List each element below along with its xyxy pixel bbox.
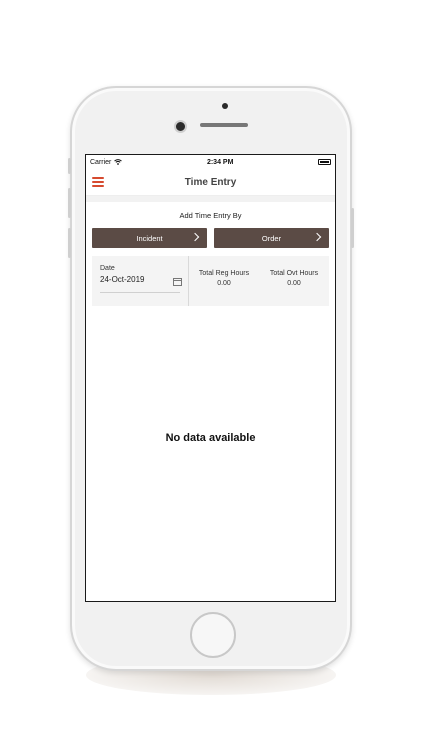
proximity-sensor (222, 103, 228, 109)
empty-state-message: No data available (165, 432, 256, 444)
hours-totals: Total Reg Hours 0.00 Total Ovt Hours 0.0… (189, 256, 329, 306)
chevron-right-icon (312, 232, 322, 242)
chevron-right-icon (190, 232, 200, 242)
app-screen: Carrier 2:34 PM Time Entry Add Time Entr… (85, 154, 336, 602)
calendar-icon[interactable] (173, 278, 182, 286)
side-button (68, 188, 71, 218)
front-camera (174, 120, 187, 133)
order-button-label: Order (261, 233, 282, 243)
status-time: 2:34 PM (206, 158, 234, 166)
add-entry-heading: Add Time Entry By (179, 211, 242, 220)
earpiece-speaker (200, 123, 248, 127)
date-underline (100, 292, 180, 293)
nav-bar: Time Entry (86, 169, 335, 196)
reg-hours-label: Total Reg Hours (198, 270, 250, 277)
reg-hours-value: 0.00 (217, 280, 231, 287)
incident-button[interactable]: Incident (92, 228, 207, 248)
home-button[interactable] (190, 612, 236, 658)
carrier-label: Carrier (90, 158, 112, 166)
side-button (68, 158, 71, 174)
page-title: Time Entry (184, 176, 237, 188)
entry-type-buttons: Incident Order (86, 228, 335, 248)
date-field[interactable]: Date 24-Oct-2019 (92, 256, 189, 306)
hours-summary-panel: Date 24-Oct-2019 Total Reg Hours 0.00 To… (92, 256, 329, 306)
menu-icon[interactable] (92, 177, 104, 187)
date-label: Date (100, 265, 115, 272)
side-button (68, 228, 71, 258)
ovt-hours-column: Total Ovt Hours 0.00 (259, 256, 329, 306)
incident-button-label: Incident (136, 233, 163, 243)
header-divider (86, 196, 335, 202)
side-button (351, 208, 354, 248)
reg-hours-column: Total Reg Hours 0.00 (189, 256, 259, 306)
carrier-info: Carrier (90, 158, 123, 166)
order-button[interactable]: Order (214, 228, 329, 248)
wifi-icon (114, 159, 123, 165)
battery-icon (317, 159, 331, 165)
ovt-hours-value: 0.00 (287, 280, 301, 287)
status-bar: Carrier 2:34 PM (86, 155, 335, 169)
ovt-hours-label: Total Ovt Hours (269, 270, 319, 277)
